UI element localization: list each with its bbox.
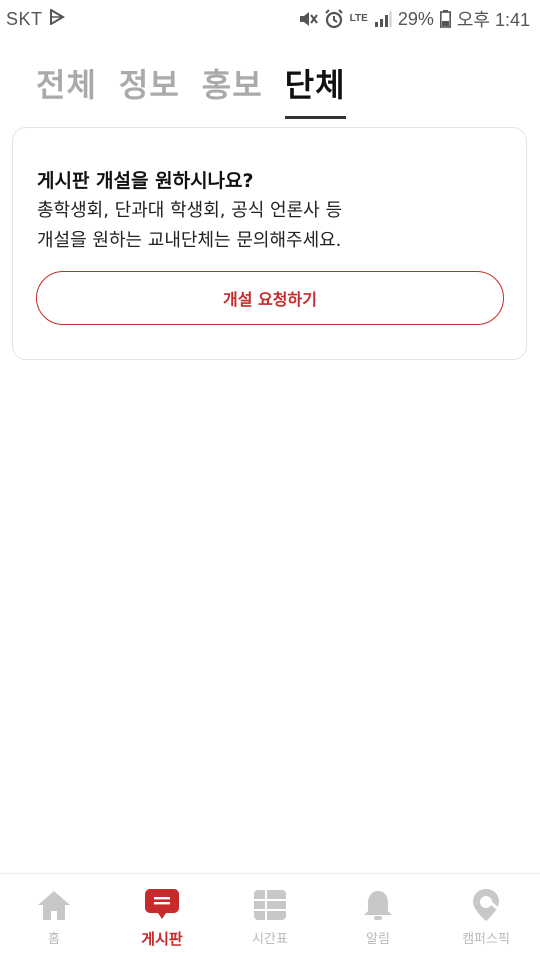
bell-icon	[363, 888, 393, 922]
request-board-button[interactable]: 개설 요청하기	[36, 271, 504, 325]
board-request-card: 게시판 개설을 원하시나요? 총학생회, 단과대 학생회, 공식 언론사 등 개…	[12, 127, 527, 360]
card-description: 총학생회, 단과대 학생회, 공식 언론사 등 개설을 원하는 교내단체는 문의…	[37, 196, 342, 256]
tab-groups[interactable]: 단체	[284, 60, 346, 119]
alarm-icon	[324, 9, 344, 29]
nav-notifications[interactable]: 알림	[324, 874, 432, 961]
home-icon	[37, 888, 71, 922]
signal-icon	[374, 11, 392, 27]
nav-board-label: 게시판	[141, 930, 183, 948]
nav-home[interactable]: 홈	[0, 874, 108, 961]
tab-all[interactable]: 전체	[36, 60, 97, 119]
play-store-icon	[49, 7, 65, 30]
timetable-icon	[253, 888, 287, 922]
card-title: 게시판 개설을 원하시나요?	[37, 170, 254, 192]
battery-icon	[439, 10, 451, 28]
nav-timetable[interactable]: 시간표	[216, 874, 324, 961]
nav-timetable-label: 시간표	[252, 932, 288, 947]
nav-campuspick-label: 캠퍼스픽	[462, 932, 510, 947]
nav-board[interactable]: 게시판	[108, 874, 216, 961]
mute-icon	[298, 10, 318, 28]
card-description-line-2: 개설을 원하는 교내단체는 문의해주세요.	[37, 230, 342, 251]
nav-home-label: 홈	[48, 932, 60, 947]
tab-promotion[interactable]: 홍보	[202, 60, 263, 119]
board-icon	[144, 888, 180, 922]
carrier-label: SKT	[6, 8, 43, 29]
battery-percent: 29%	[397, 8, 434, 29]
status-right: LTE 29% 오후 1:41	[298, 6, 530, 32]
clock: 오후 1:41	[456, 10, 530, 30]
nav-campuspick[interactable]: 캠퍼스픽	[432, 874, 540, 961]
status-left: SKT	[6, 7, 65, 30]
tab-info[interactable]: 정보	[119, 60, 180, 119]
bottom-navigation: 홈 게시판 시간표 알림 캠퍼스픽	[0, 873, 540, 961]
campuspick-icon	[471, 888, 501, 922]
board-category-tabs: 전체 정보 홍보 단체	[36, 60, 346, 119]
card-description-line-1: 총학생회, 단과대 학생회, 공식 언론사 등	[37, 200, 343, 221]
status-bar: SKT LTE 29% 오후 1:41	[0, 0, 540, 38]
nav-notifications-label: 알림	[366, 932, 390, 947]
network-type-label: LTE	[349, 13, 368, 24]
